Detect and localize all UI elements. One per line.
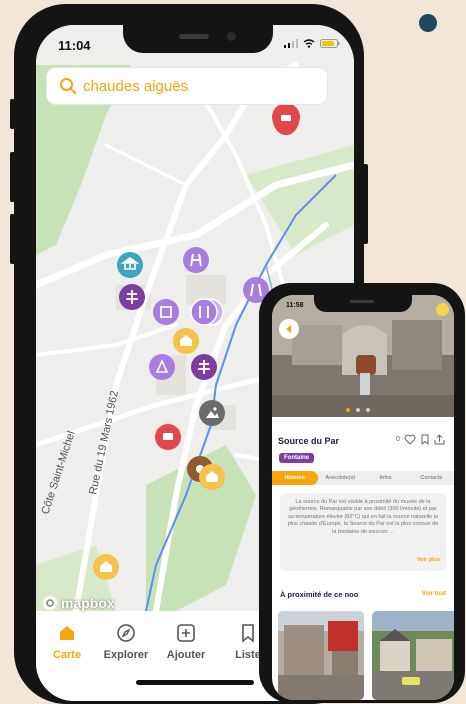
share-icon[interactable]	[434, 434, 446, 445]
phone-detail: 11:58 Source du Par 0 Fontaine Histoire	[259, 283, 465, 703]
likes-count: 0	[396, 436, 400, 443]
map-pin-yellow-2[interactable]	[199, 464, 225, 490]
search-icon	[60, 78, 76, 94]
battery-icon	[320, 39, 340, 48]
read-more-link[interactable]: Voir plus	[417, 557, 440, 563]
place-title: Source du Par	[278, 436, 340, 446]
tab-carte[interactable]: Carte	[36, 623, 98, 661]
mapbox-attribution[interactable]: mapbox	[42, 595, 115, 611]
signal-icon	[284, 39, 298, 48]
notch	[314, 295, 412, 312]
wifi-icon	[303, 39, 315, 48]
tab-explorer[interactable]: Explorer	[95, 623, 157, 661]
map-pin-darkpurple-1[interactable]	[119, 284, 145, 310]
map-pin-darkpurple-2[interactable]	[191, 354, 217, 380]
map-pin-purple-4[interactable]	[149, 354, 175, 380]
compass-icon	[117, 624, 135, 642]
search-input[interactable]: chaudes aiguës	[83, 78, 188, 95]
description-card: La source du Par est visible à proximité…	[280, 493, 446, 571]
map-pin-yellow-3[interactable]	[93, 554, 119, 580]
map-pin-purple-1[interactable]	[183, 247, 209, 273]
detail-tabs: Histoire Anecdote(s) Infos Contacts	[272, 471, 454, 485]
map-pin-purple-3[interactable]	[153, 299, 179, 325]
tab-contacts[interactable]: Contacts	[409, 471, 455, 485]
mapbox-logo-icon	[43, 596, 57, 610]
map-pin-purple-cluster[interactable]	[190, 298, 224, 326]
category-tag: Fontaine	[279, 453, 314, 463]
bookmark-icon[interactable]	[420, 434, 430, 445]
avatar[interactable]	[436, 303, 449, 316]
tab-label: Carte	[52, 649, 82, 661]
nearby-section-title: À proximité de ce noo	[280, 590, 359, 599]
carousel-dots	[346, 408, 370, 412]
status-icons	[284, 39, 340, 48]
search-bar[interactable]: chaudes aiguës	[46, 67, 328, 105]
home-indicator	[136, 680, 254, 685]
tab-ajouter[interactable]: Ajouter	[155, 623, 217, 661]
place-photo[interactable]	[272, 295, 454, 417]
nearby-thumbnail-1[interactable]	[278, 611, 364, 700]
decorative-dot	[419, 14, 437, 32]
tab-label: Ajouter	[166, 649, 206, 661]
heart-icon[interactable]	[404, 434, 416, 445]
status-time: 11:04	[58, 38, 91, 53]
chevron-left-icon	[286, 325, 291, 333]
see-all-link[interactable]: Voir tout	[422, 591, 446, 597]
status-time: 11:58	[286, 302, 304, 309]
description-text: La source du Par est visible à proximité…	[287, 499, 439, 535]
tab-label: Explorer	[103, 649, 149, 661]
detail-screen: 11:58 Source du Par 0 Fontaine Histoire	[272, 295, 454, 700]
bookmark-icon	[242, 624, 254, 643]
place-actions: 0	[396, 434, 446, 445]
map-pin-red-2[interactable]	[155, 424, 181, 450]
nearby-thumbnail-2[interactable]	[372, 611, 454, 700]
tab-infos[interactable]: Infos	[363, 471, 409, 485]
notch	[123, 25, 273, 53]
plus-square-icon	[177, 624, 195, 642]
home-icon	[60, 626, 74, 640]
mapbox-label: mapbox	[61, 595, 115, 611]
map-pin-teal-museum[interactable]	[117, 252, 143, 278]
back-button[interactable]	[279, 319, 299, 339]
map-pin-yellow-1[interactable]	[173, 328, 199, 354]
tab-anecdotes[interactable]: Anecdote(s)	[318, 471, 364, 485]
map-pin-grey-photo[interactable]	[199, 400, 225, 426]
tab-histoire[interactable]: Histoire	[272, 471, 318, 485]
